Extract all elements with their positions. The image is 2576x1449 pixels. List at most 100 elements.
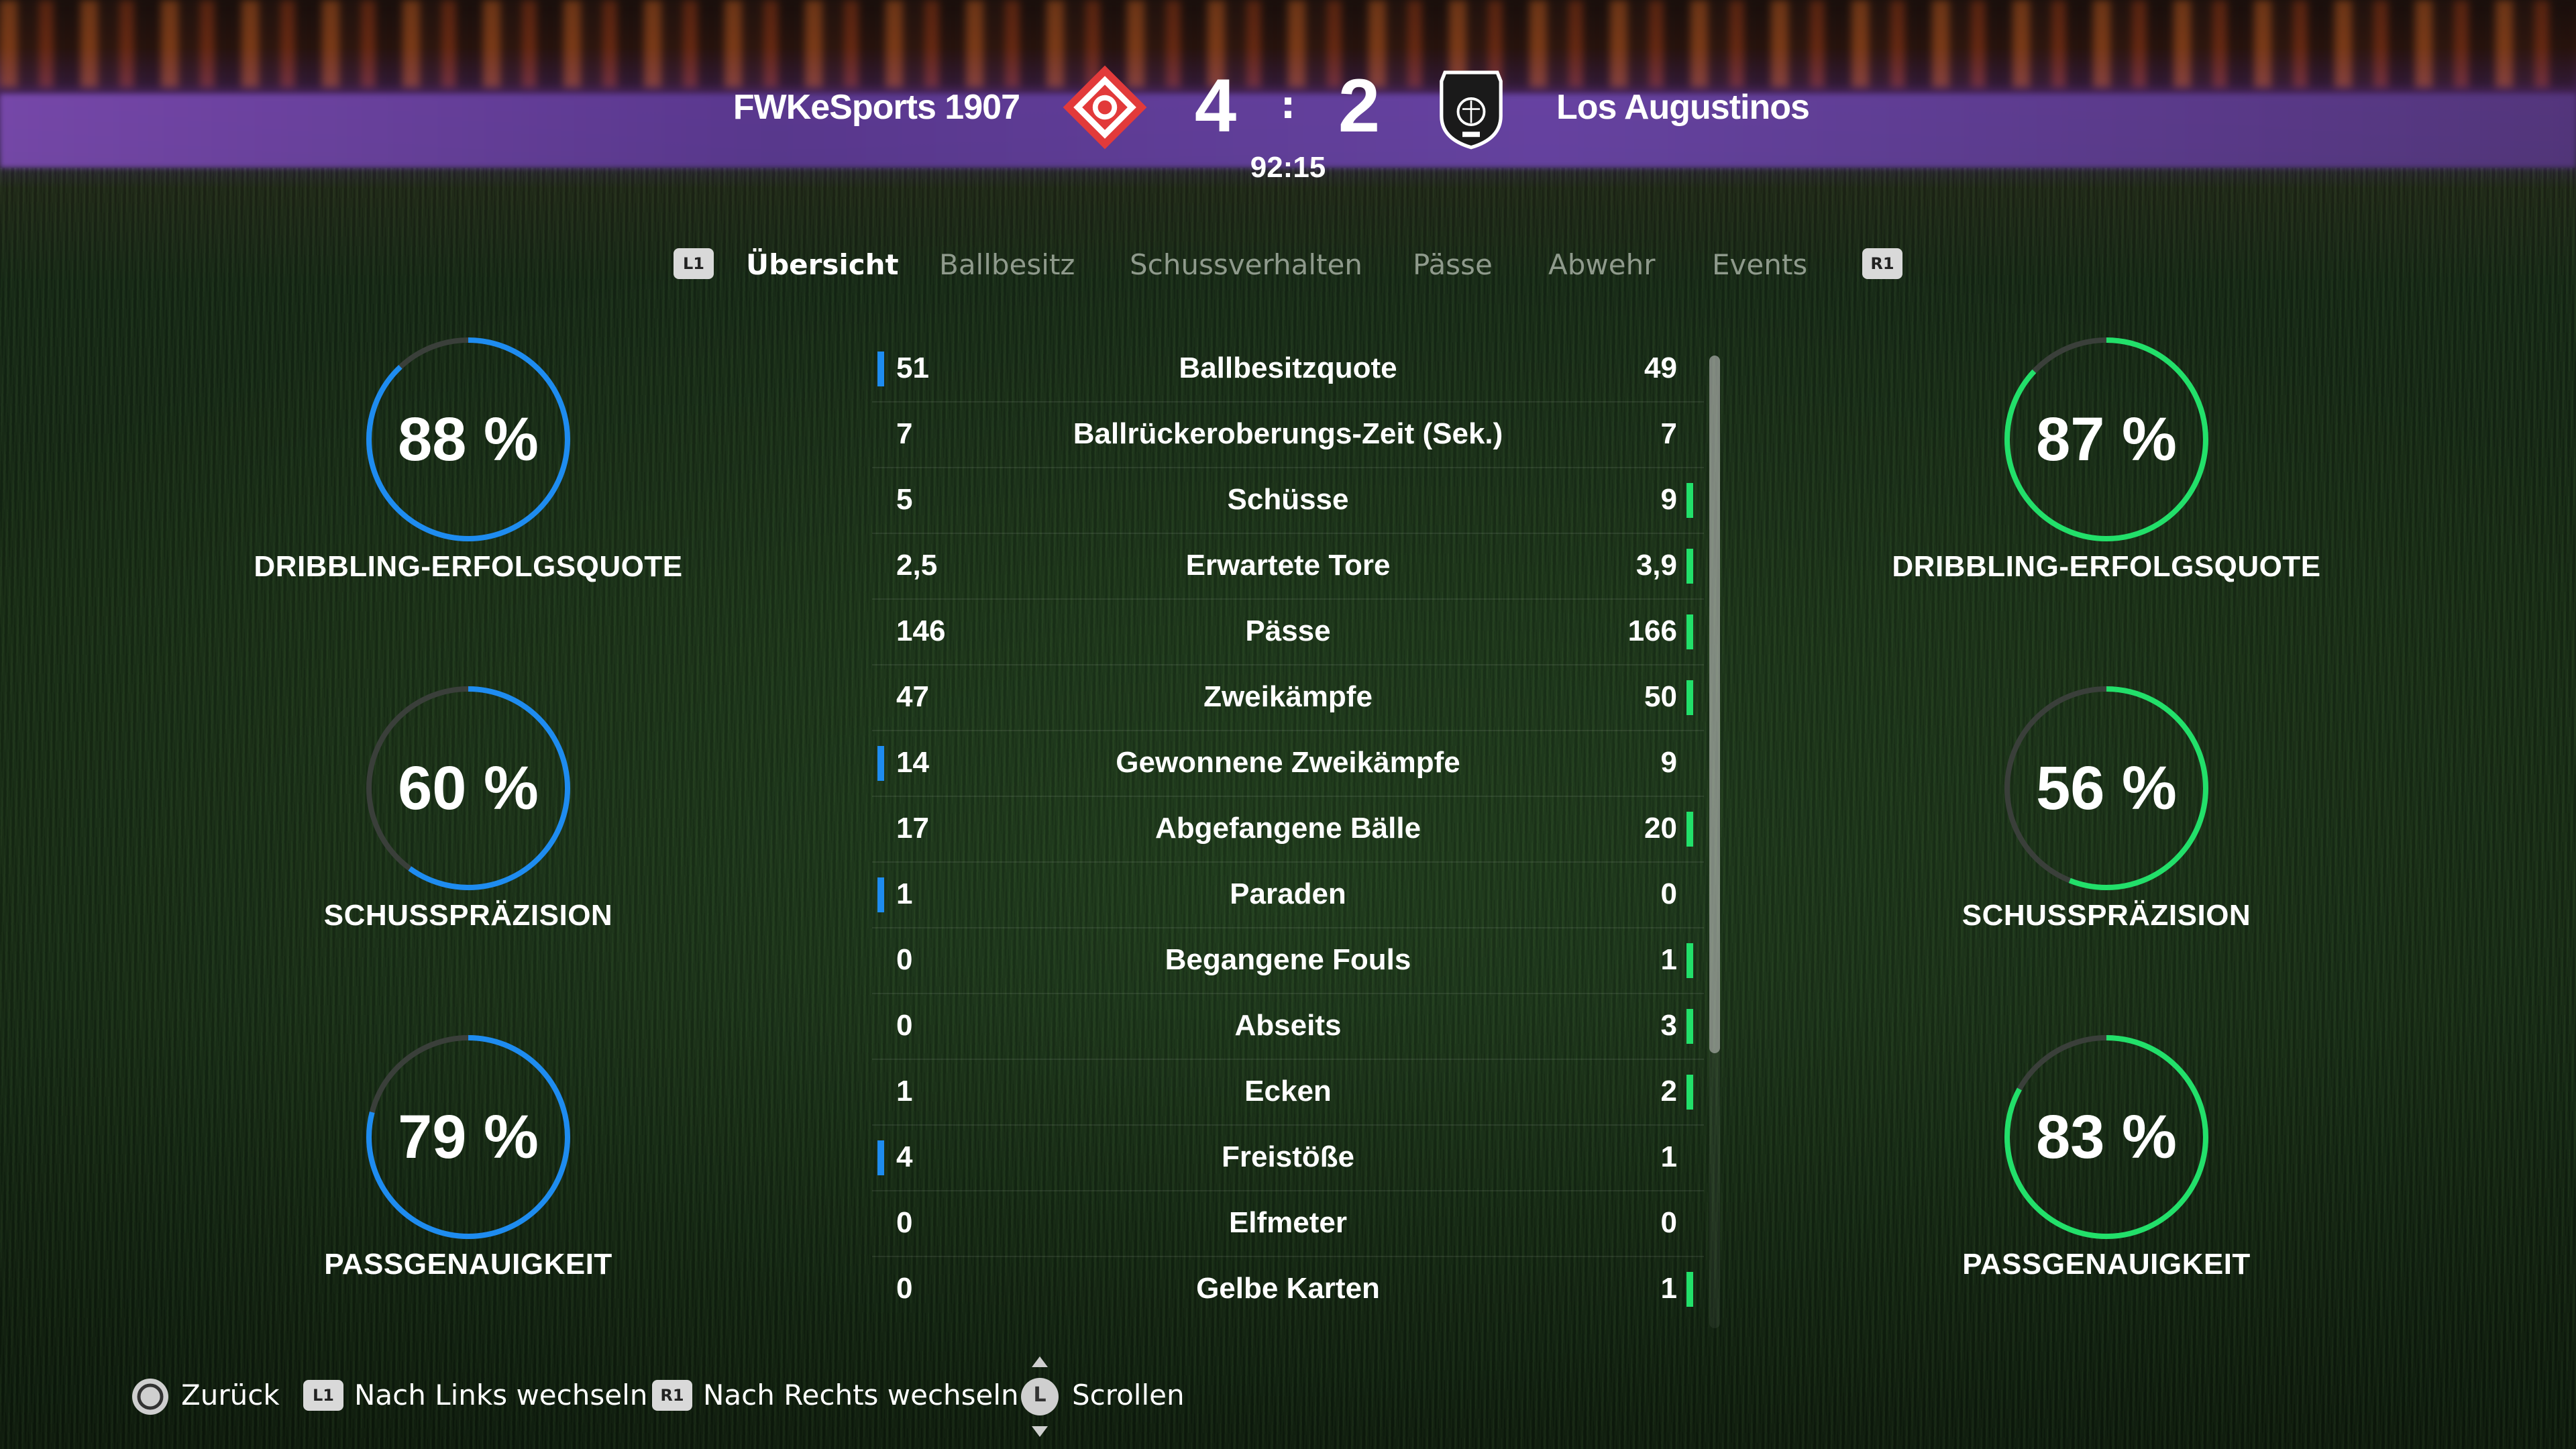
stat-row: 0 Gelbe Karten 1	[872, 1256, 1704, 1322]
stat-away-value: 50	[1644, 680, 1677, 713]
match-clock: 92:15	[1250, 151, 1326, 184]
button-hint-bar: Zurück L1 Nach Links wechseln R1 Nach Re…	[0, 1356, 2576, 1437]
home-pass-accuracy-label: PASSGENAUIGKEIT	[324, 1248, 612, 1281]
stat-name: Abgefangene Bälle	[1155, 812, 1421, 845]
stat-home-value: 1	[896, 877, 913, 910]
home-shot-accuracy-value: 60 %	[398, 754, 539, 822]
home-pass-accuracy-value: 79 %	[398, 1103, 539, 1171]
stat-name: Schüsse	[1227, 483, 1349, 516]
home-team-crest-icon	[1063, 65, 1147, 150]
left-stick-label: L	[1033, 1383, 1046, 1407]
stat-home-value: 17	[896, 812, 929, 845]
stat-away-value: 1	[1660, 1140, 1677, 1173]
stat-row: 0 Begangene Fouls 1	[872, 927, 1704, 994]
away-leader-bar	[1686, 680, 1693, 715]
stat-home-value: 0	[896, 1206, 913, 1239]
stat-row: 4 Freistöße 1	[872, 1124, 1704, 1191]
away-leader-bar	[1686, 1075, 1693, 1110]
stat-home-value: 146	[896, 614, 946, 647]
away-leader-bar	[1686, 1272, 1693, 1307]
stats-list[interactable]: 51 Ballbesitzquote 49 7 Ballrückeroberun…	[872, 335, 1704, 1328]
tab-uebersicht[interactable]: Übersicht	[746, 241, 899, 288]
home-dribbling-value: 88 %	[398, 405, 539, 474]
away-leader-bar	[1686, 549, 1693, 584]
stat-row: 14 Gewonnene Zweikämpfe 9	[872, 730, 1704, 797]
match-stats-screen: FWKeSports 1907 4 : 2 Los Augustinos 92:…	[0, 0, 2576, 1449]
r1-button-icon[interactable]: R1	[1862, 248, 1902, 279]
stat-row: 2,5 Erwartete Tore 3,9	[872, 533, 1704, 600]
tab-paesse[interactable]: Pässe	[1413, 241, 1493, 288]
circle-button-icon	[132, 1379, 168, 1415]
scroll-label: Scrollen	[1072, 1379, 1185, 1411]
stat-row: 51 Ballbesitzquote 49	[872, 335, 1704, 402]
away-leader-bar	[1686, 483, 1693, 518]
tab-events[interactable]: Events	[1712, 241, 1807, 288]
home-leader-bar	[877, 746, 884, 781]
stat-away-value: 3	[1660, 1009, 1677, 1042]
stat-away-value: 7	[1660, 417, 1677, 450]
stat-home-value: 51	[896, 352, 929, 384]
stat-name: Paraden	[1230, 877, 1346, 910]
stat-name: Erwartete Tore	[1185, 549, 1391, 582]
stat-away-value: 3,9	[1635, 549, 1677, 582]
r1-button-icon: R1	[652, 1380, 692, 1411]
stat-row: 17 Abgefangene Bälle 20	[872, 796, 1704, 863]
stats-tab-bar: L1 Übersicht Ballbesitz Schussverhalten …	[0, 241, 2576, 295]
stat-away-value: 1	[1660, 943, 1677, 976]
stat-away-value: 0	[1660, 1206, 1677, 1239]
stat-name: Ballbesitzquote	[1179, 352, 1397, 384]
away-shot-accuracy-label: SCHUSSPRÄZISION	[1962, 899, 2251, 932]
home-leader-bar	[877, 1140, 884, 1175]
stat-home-value: 0	[896, 1272, 913, 1305]
away-leader-bar	[1686, 614, 1693, 649]
stat-home-value: 7	[896, 417, 913, 450]
stat-name: Elfmeter	[1228, 1206, 1348, 1239]
switch-left-label: Nach Links wechseln	[354, 1379, 648, 1411]
away-dribbling-label: DRIBBLING-ERFOLGSQUOTE	[1892, 550, 2321, 583]
stat-away-value: 9	[1660, 483, 1677, 516]
tab-abwehr[interactable]: Abwehr	[1548, 241, 1655, 288]
stat-row: 5 Schüsse 9	[872, 467, 1704, 534]
stat-name: Ecken	[1244, 1075, 1332, 1108]
stat-home-value: 1	[896, 1075, 913, 1108]
home-dribbling-stat: 88 % DRIBBLING-ERFOLGSQUOTE	[233, 332, 703, 641]
l1-button-icon: L1	[303, 1380, 343, 1411]
stat-row: 7 Ballrückeroberungs-Zeit (Sek.) 7	[872, 401, 1704, 468]
home-dribbling-label: DRIBBLING-ERFOLGSQUOTE	[254, 550, 683, 583]
home-pass-accuracy-stat: 79 % PASSGENAUIGKEIT	[233, 1030, 703, 1338]
stat-home-value: 0	[896, 1009, 913, 1042]
away-pass-accuracy-stat: 83 % PASSGENAUIGKEIT	[1872, 1030, 2341, 1338]
stat-row: 0 Abseits 3	[872, 993, 1704, 1060]
stat-name: Gewonnene Zweikämpfe	[1116, 746, 1460, 779]
stat-away-value: 9	[1660, 746, 1677, 779]
stat-away-value: 166	[1627, 614, 1677, 647]
home-shot-accuracy-label: SCHUSSPRÄZISION	[323, 899, 613, 932]
tab-schussverhalten[interactable]: Schussverhalten	[1130, 241, 1362, 288]
away-shot-accuracy-value: 56 %	[2036, 754, 2177, 822]
stat-home-value: 14	[896, 746, 929, 779]
stat-name: Begangene Fouls	[1165, 943, 1411, 976]
stat-name: Abseits	[1234, 1009, 1342, 1042]
scoreboard: FWKeSports 1907 4 : 2 Los Augustinos 92:…	[0, 54, 2576, 215]
away-dribbling-value: 87 %	[2036, 405, 2177, 474]
home-leader-bar	[877, 352, 884, 386]
back-label: Zurück	[181, 1379, 280, 1411]
away-dribbling-stat: 87 % DRIBBLING-ERFOLGSQUOTE	[1872, 332, 2341, 641]
stat-row: 0 Elfmeter 0	[872, 1190, 1704, 1257]
away-leader-bar	[1686, 1009, 1693, 1044]
l1-button-icon[interactable]: L1	[674, 248, 714, 279]
home-team-name: FWKeSports 1907	[733, 88, 1020, 127]
stats-scrollbar-thumb[interactable]	[1709, 356, 1720, 1053]
stat-row: 146 Pässe 166	[872, 598, 1704, 665]
stat-away-value: 1	[1660, 1272, 1677, 1305]
away-score: 2	[1338, 64, 1381, 148]
tab-ballbesitz[interactable]: Ballbesitz	[939, 241, 1075, 288]
away-shot-accuracy-stat: 56 % SCHUSSPRÄZISION	[1872, 681, 2341, 989]
stat-name: Zweikämpfe	[1203, 680, 1373, 713]
stat-away-value: 0	[1660, 877, 1677, 910]
stat-home-value: 0	[896, 943, 913, 976]
away-pass-accuracy-value: 83 %	[2036, 1103, 2177, 1171]
stat-name: Gelbe Karten	[1196, 1272, 1380, 1305]
away-team-crest-icon	[1440, 70, 1503, 150]
stat-away-value: 2	[1660, 1075, 1677, 1108]
